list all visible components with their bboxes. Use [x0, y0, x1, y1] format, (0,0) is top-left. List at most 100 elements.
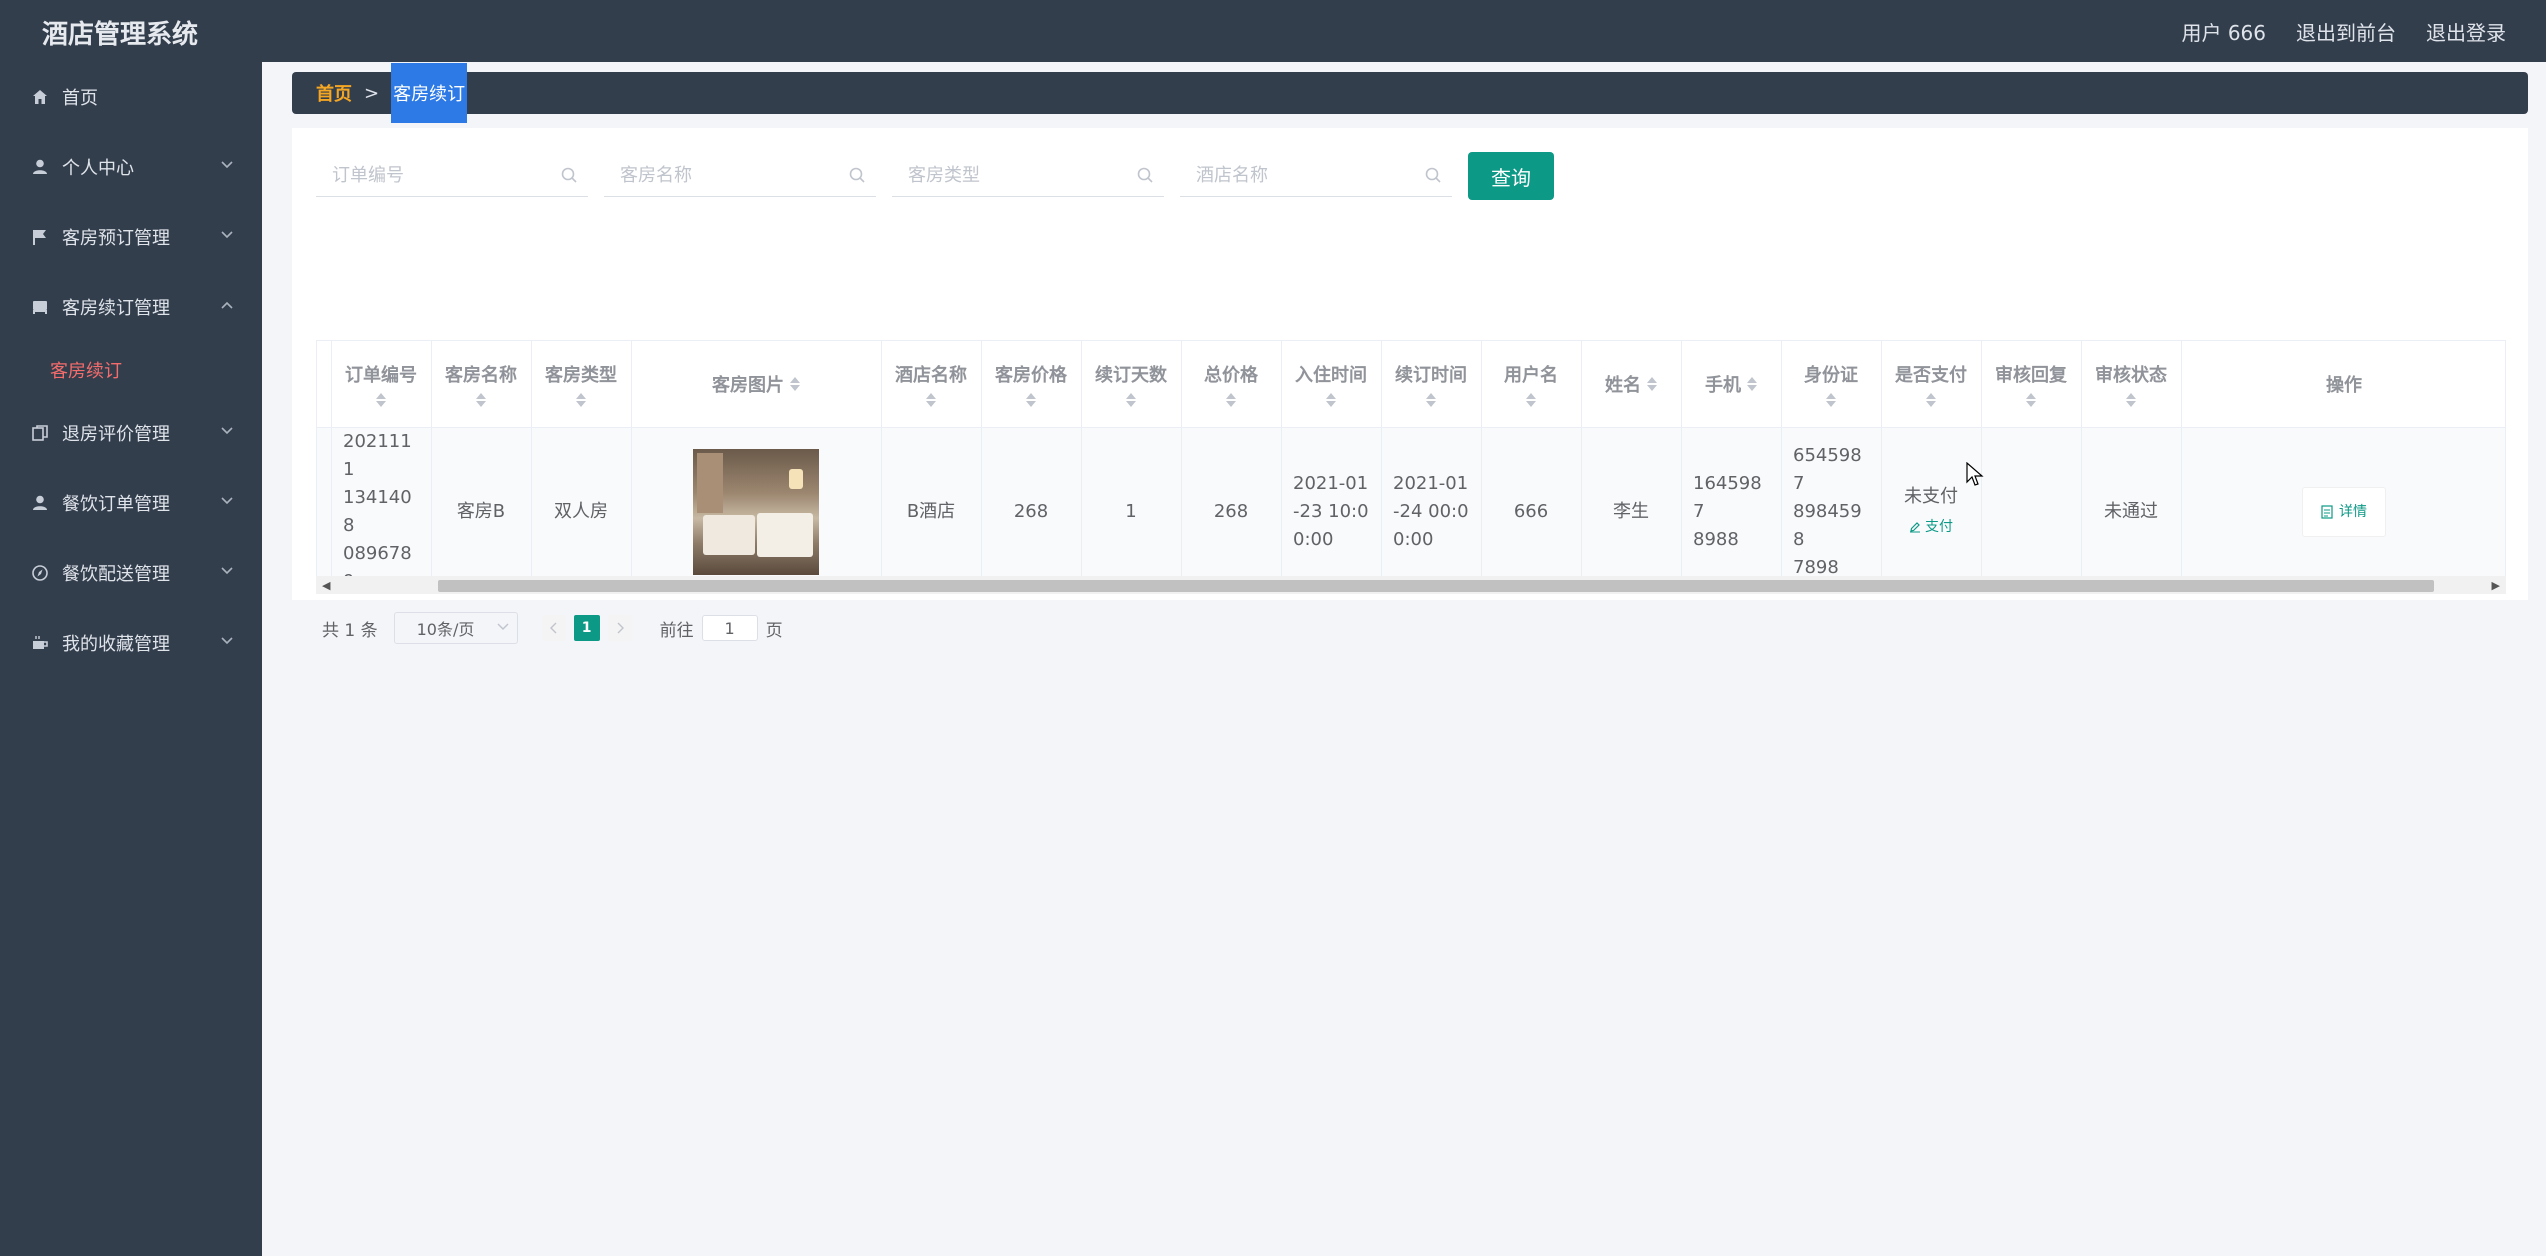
chevron-down-icon: [497, 623, 509, 634]
column-header-total[interactable]: 总价格: [1181, 341, 1282, 428]
order-no-field: [316, 155, 588, 197]
sidebar-item-label: 客房续订管理: [62, 298, 170, 319]
exit-to-front-link[interactable]: 退出到前台: [2296, 17, 2396, 46]
sidebar-item-dining-orders[interactable]: 餐饮订单管理: [0, 468, 262, 538]
column-header-label: 是否支付: [1895, 364, 1967, 386]
data-table: 订单编号 客房名称 客房类型 客房图片 酒店名称 客房价格 续订天数 总价格 入…: [316, 340, 2506, 576]
sort-icon[interactable]: [926, 392, 936, 407]
sidebar-item-checkout-review[interactable]: 退房评价管理: [0, 398, 262, 468]
table-header-row: 订单编号 客房名称 客房类型 客房图片 酒店名称 客房价格 续订天数 总价格 入…: [317, 341, 2505, 428]
sort-icon[interactable]: [1126, 392, 1136, 407]
page-size-select[interactable]: 10条/页: [393, 612, 518, 644]
id-line: 6545987: [1793, 444, 1862, 494]
cell-status: 未通过: [2081, 427, 2182, 576]
sidebar-item-dining-delivery[interactable]: 餐饮配送管理: [0, 538, 262, 608]
checkin-line: 2021-01: [1293, 472, 1369, 494]
column-header-username[interactable]: 用户名: [1481, 341, 1582, 428]
sort-icon[interactable]: [1226, 392, 1236, 407]
sort-icon[interactable]: [2126, 392, 2136, 407]
phone-line: 8988: [1693, 528, 1739, 550]
page-size-value: 10条/页: [416, 620, 475, 639]
column-header-hotel-name[interactable]: 酒店名称: [881, 341, 982, 428]
sort-icon[interactable]: [1026, 392, 1036, 407]
room-name-input[interactable]: [604, 155, 876, 196]
home-icon: [30, 87, 50, 107]
column-header-room-image[interactable]: 客房图片: [631, 341, 882, 428]
search-icon: [561, 167, 577, 183]
room-type-input[interactable]: [892, 155, 1164, 196]
column-header-days[interactable]: 续订天数: [1081, 341, 1182, 428]
table-row[interactable]: 202111113414080896789 客房B 双人房 B酒店 268 1 …: [317, 427, 2505, 576]
sidebar-item-booking[interactable]: 客房预订管理: [0, 202, 262, 272]
column-header-label: 酒店名称: [895, 364, 967, 386]
flag-icon: [30, 227, 50, 247]
sort-icon[interactable]: [790, 376, 800, 391]
column-header-label: 客房名称: [445, 364, 517, 386]
sidebar-item-home[interactable]: 首页: [0, 62, 262, 132]
cell-phone: 1645987 8988: [1681, 427, 1782, 576]
sort-icon[interactable]: [476, 392, 486, 407]
scroll-right-icon[interactable]: ▶: [2492, 579, 2500, 592]
cell-room-name: 客房B: [431, 427, 532, 576]
sort-icon[interactable]: [1747, 376, 1757, 391]
sort-icon[interactable]: [1526, 392, 1536, 407]
sort-icon[interactable]: [1647, 376, 1657, 391]
column-header-renew-time[interactable]: 续订时间: [1381, 341, 1482, 428]
column-header-label: 续订天数: [1095, 364, 1167, 386]
detail-button[interactable]: 详情: [2302, 486, 2386, 537]
top-bar: 酒店管理系统 用户 666 退出到前台 退出登录: [0, 0, 2546, 62]
column-header-room-price[interactable]: 客房价格: [981, 341, 1082, 428]
scroll-left-icon[interactable]: ◀: [322, 579, 330, 592]
column-header-room-type[interactable]: 客房类型: [531, 341, 632, 428]
column-header-label: 总价格: [1204, 364, 1258, 386]
sidebar-subitem-renewal[interactable]: 客房续订: [0, 342, 262, 398]
detail-label: 详情: [2339, 503, 2367, 520]
column-header-order-no[interactable]: 订单编号: [331, 341, 432, 428]
sort-icon[interactable]: [376, 392, 386, 407]
cell-hotel-name: B酒店: [881, 427, 982, 576]
edit-icon: [1910, 521, 1920, 532]
column-header-reply[interactable]: 审核回复: [1981, 341, 2082, 428]
sort-icon[interactable]: [2026, 392, 2036, 407]
user-icon: [30, 493, 50, 513]
sidebar-item-label: 首页: [62, 88, 98, 109]
page-number-button[interactable]: 1: [573, 615, 600, 641]
column-header-checkin[interactable]: 入住时间: [1281, 341, 1382, 428]
sidebar-item-renewal[interactable]: 客房续订管理: [0, 272, 262, 342]
cell-name: 李生: [1581, 427, 1682, 576]
sidebar-item-label: 客房预订管理: [62, 228, 170, 249]
column-header-id-card[interactable]: 身份证: [1781, 341, 1882, 428]
column-header-room-name[interactable]: 客房名称: [431, 341, 532, 428]
total-count: 共 1 条: [322, 620, 378, 641]
search-icon: [1425, 167, 1441, 183]
sort-icon[interactable]: [1426, 392, 1436, 407]
user-name[interactable]: 用户 666: [2181, 17, 2266, 46]
breadcrumb-home[interactable]: 首页: [316, 80, 352, 106]
next-page-button[interactable]: [607, 615, 632, 641]
sidebar-item-profile[interactable]: 个人中心: [0, 132, 262, 202]
sort-icon[interactable]: [1326, 392, 1336, 407]
sidebar-item-favorites[interactable]: 我的收藏管理: [0, 608, 262, 678]
column-header-name[interactable]: 姓名: [1581, 341, 1682, 428]
column-header-status[interactable]: 审核状态: [2081, 341, 2182, 428]
column-header-paid[interactable]: 是否支付: [1881, 341, 1982, 428]
room-photo[interactable]: [693, 448, 819, 575]
logout-link[interactable]: 退出登录: [2426, 17, 2506, 46]
scrollbar-thumb[interactable]: [438, 580, 2434, 592]
order-no-input[interactable]: [316, 155, 588, 196]
cell-total: 268: [1181, 427, 1282, 576]
cell-renew-time: 2021-01 -24 00:0 0:00: [1381, 427, 1482, 576]
cell-reply: [1981, 427, 2082, 576]
pay-button[interactable]: 支付: [1909, 513, 1953, 541]
horizontal-scrollbar[interactable]: ◀ ▶: [316, 576, 2506, 594]
sort-icon[interactable]: [576, 392, 586, 407]
goto-page-input[interactable]: [701, 615, 758, 641]
prev-page-button[interactable]: [541, 615, 566, 641]
column-header-phone[interactable]: 手机: [1681, 341, 1782, 428]
query-button[interactable]: 查询: [1468, 152, 1554, 200]
hotel-name-input[interactable]: [1180, 155, 1452, 196]
sort-icon[interactable]: [1826, 392, 1836, 407]
sort-icon[interactable]: [1926, 392, 1936, 407]
column-header-label: 手机: [1705, 374, 1741, 396]
chevron-down-icon: [220, 424, 234, 440]
